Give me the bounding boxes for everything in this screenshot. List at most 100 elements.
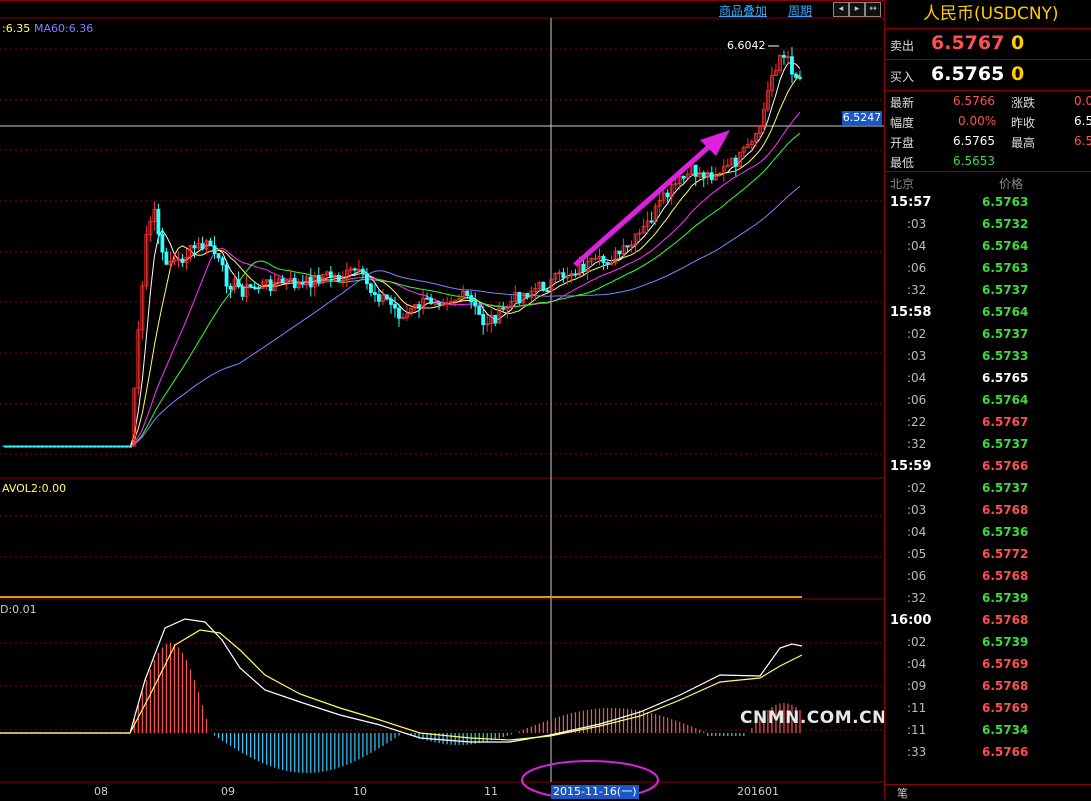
candle-body [417,304,421,309]
watermark: CNMN.COM.CN [740,708,887,728]
candle-body [794,73,798,78]
candle-body [16,445,20,448]
tick-time: :04 [907,525,927,539]
macd-dea-line [0,629,803,741]
candle-body [72,445,77,448]
tick-time: 15:57 [890,195,932,210]
tick-price: 6.5764 [982,305,1029,319]
candle-body [373,292,377,295]
tick-row: :06 6.5763 [885,258,1091,280]
next-icon[interactable]: ▸ [849,2,865,17]
quote-panel: 人民币(USDCNY) 卖出 6.5767 0 买入 6.5765 0 最新 6… [884,0,1091,800]
tick-time: :09 [907,679,927,693]
tick-row: :32 6.5737 [885,280,1091,302]
overlay-link[interactable]: 商品叠加 [719,2,767,19]
ma30-line [2,132,801,447]
tick-time: :04 [907,657,927,671]
candle-body [8,445,12,448]
candle-body [256,287,261,290]
tick-tab[interactable]: 笔 [885,784,1091,800]
tick-time: :03 [907,349,927,363]
tick-row: :04 6.5764 [885,236,1091,258]
candle-body [248,284,253,288]
change-label: 涨跌 [1011,96,1036,110]
candle-body [681,175,686,179]
candle-body [120,445,125,448]
kline-chart[interactable] [0,0,884,799]
candle-body [782,54,786,58]
candle-body [124,445,129,448]
candle-body [36,445,40,448]
x-label-08: 08 [94,785,108,798]
tick-row: :02 6.5737 [885,478,1091,500]
buy-label: 买入 [890,70,915,84]
tick-price: 6.5769 [982,701,1029,715]
candle-body [40,445,45,448]
tick-list[interactable]: 15:57 6.5763:03 6.5732:04 6.5764:06 6.5763:3… [885,192,1091,764]
candle-body [160,233,165,253]
candle-body [541,281,546,291]
ma10-line [2,74,801,447]
candle-body [573,273,578,276]
tick-price: 6.5769 [982,657,1029,671]
candle-body [92,445,97,448]
candle-body [4,445,8,448]
tick-header-price: 价格 [999,177,1024,191]
tick-row: :04 6.5765 [885,368,1091,390]
tick-price: 6.5764 [982,239,1029,253]
candle-body [605,262,610,266]
change-value: 0.0 [1074,94,1091,108]
candle-body [224,264,229,287]
tick-time: :03 [907,217,927,231]
tick-price: 6.5764 [982,393,1029,407]
candle-body [128,445,133,448]
candle-body [790,56,794,75]
ma60-legend: MA60:6.36 [34,22,94,35]
tick-row: :03 6.5768 [885,500,1091,522]
candle-body [477,305,482,315]
tick-time: :06 [907,569,927,583]
tick-row: 15:58 6.5764 [885,302,1091,324]
candle-body [192,245,197,249]
tick-row: :32 6.5739 [885,588,1091,610]
candle-body [437,302,441,305]
candle-body [561,272,566,279]
candle-body [308,276,313,288]
zoom-icon[interactable]: ↔ [865,2,881,17]
tick-price: 6.5737 [982,481,1029,495]
tick-row: 15:59 6.5766 [885,456,1091,478]
tick-price: 6.5737 [982,283,1029,297]
candle-body [12,445,16,448]
candle-body [361,268,365,275]
tick-price: 6.5737 [982,327,1029,341]
tick-price: 6.5734 [982,723,1029,737]
period-link[interactable]: 周期 [788,2,812,19]
x-label-201601: 201601 [737,785,779,798]
candle-body [336,275,341,282]
tick-row: :32 6.5737 [885,434,1091,456]
candle-body [216,253,221,259]
moving-averages [2,62,801,447]
tick-time: :32 [907,437,927,451]
candle-body [425,297,429,300]
tick-price: 6.5732 [982,217,1029,231]
tick-price: 6.5766 [982,745,1029,759]
candle-body [280,278,285,284]
tick-row: :06 6.5768 [885,566,1091,588]
tick-time: 15:58 [890,305,932,320]
prev-icon[interactable]: ◂ [833,2,849,17]
candle-body [104,445,109,448]
tick-row: 16:00 6.5768 [885,610,1091,632]
candle-body [473,301,478,307]
tick-row: :03 6.5733 [885,346,1091,368]
buy-qty: 0 [1011,63,1025,85]
candle-body [24,445,28,448]
high-price-annotation: 6.6042 [727,39,766,52]
kline-chart-area[interactable]: :6.35 MA60:6.36 AVOL2:0.00 D:0.01 商品叠加 周… [0,0,887,799]
tick-price: 6.5766 [982,459,1029,473]
candle-body [180,258,185,263]
candle-body [709,172,714,181]
x-label-10: 10 [353,785,367,798]
amp-value: 0.00% [958,114,997,128]
candle-body [228,285,233,290]
